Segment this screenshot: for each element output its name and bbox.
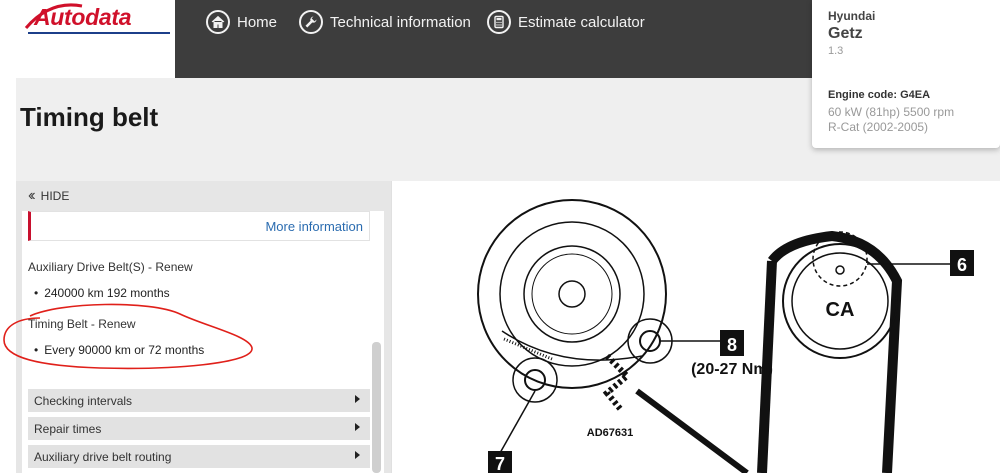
vehicle-power: 60 kW (81hp) 5500 rpm: [828, 105, 955, 119]
diagram-svg: CA 6 8 (20-27 Nm) 7 AD67631: [477, 199, 974, 473]
nav-home-label: Home: [237, 13, 278, 31]
more-information-link[interactable]: More information: [265, 219, 363, 234]
vehicle-variant: R-Cat (2002-2005): [828, 120, 929, 134]
red-annotation-circle: [3, 303, 253, 370]
callout-7: 7: [495, 454, 505, 473]
accordion-repair-times[interactable]: Repair times: [28, 417, 370, 440]
diagram-reference: AD67631: [587, 427, 633, 439]
pulley-label: CA: [826, 299, 855, 321]
accordion-label: Auxiliary drive belt routing: [34, 450, 172, 464]
page-title: Timing belt: [20, 102, 159, 132]
chevron-right-icon: [355, 451, 360, 459]
timing-belt-diagram: CA 6 8 (20-27 Nm) 7 AD67631: [391, 181, 1000, 473]
vehicle-info-card[interactable]: Hyundai Getz 1.3 Engine code: G4EA 60 kW…: [812, 0, 1000, 148]
vehicle-engine-code: Engine code: G4EA: [828, 89, 931, 101]
vehicle-model: Getz: [828, 25, 863, 42]
nav-estimate-calculator[interactable]: Estimate calculator: [487, 9, 645, 35]
accordion-checking-intervals[interactable]: Checking intervals: [28, 389, 370, 412]
accordion-label: Repair times: [34, 422, 102, 436]
accordion-label: Checking intervals: [34, 394, 133, 408]
more-information-box: More information: [28, 211, 370, 241]
nav-estimate-calculator-label: Estimate calculator: [518, 13, 645, 31]
wrench-icon: [299, 10, 323, 34]
torque-spec: (20-27 Nm): [691, 361, 773, 378]
accordion-auxiliary-drive-belt-routing[interactable]: Auxiliary drive belt routing: [28, 445, 370, 468]
autodata-logo[interactable]: Autodata: [34, 4, 132, 31]
nav-technical-information[interactable]: Technical information: [299, 9, 471, 35]
nav-technical-information-label: Technical information: [330, 13, 471, 31]
vehicle-make: Hyundai: [828, 9, 876, 23]
home-icon: [206, 10, 230, 34]
panel-scrollbar[interactable]: [372, 342, 381, 473]
nav-home[interactable]: Home: [206, 9, 277, 35]
vehicle-engine-size: 1.3: [828, 45, 844, 57]
chevron-right-icon: [355, 395, 360, 403]
logo-area: Autodata: [16, 0, 175, 78]
section-title-auxiliary-belt: Auxiliary Drive Belt(S) - Renew: [28, 260, 193, 274]
hide-panel-button[interactable]: ‹‹ HIDE: [28, 187, 69, 205]
calculator-icon: [487, 10, 511, 34]
chevron-right-icon: [355, 423, 360, 431]
callout-6: 6: [957, 255, 967, 275]
double-chevron-left-icon: ‹‹: [28, 187, 35, 204]
hide-label: HIDE: [40, 189, 70, 203]
callout-8: 8: [727, 335, 737, 355]
